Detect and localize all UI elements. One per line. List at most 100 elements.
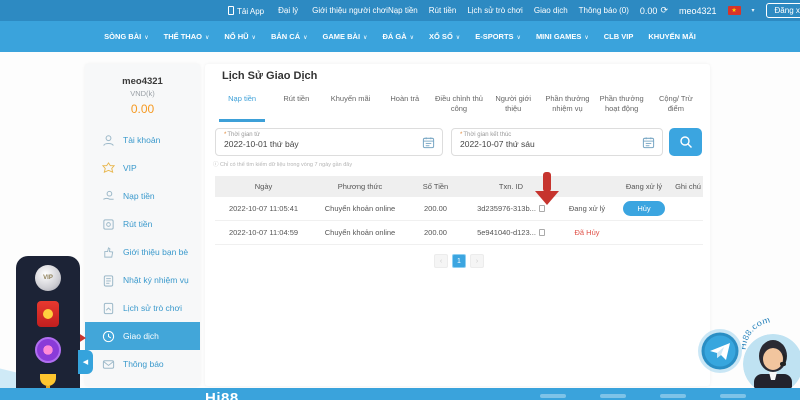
transaction-tabs: Nạp tiền Rút tiền Khuyến mãi Hoàn trả Đi…	[215, 90, 703, 122]
vietnam-flag-icon[interactable]: ★	[728, 6, 741, 15]
top-bar: Tải App Đại lý Giới thiệu người chơi Nạp…	[0, 0, 800, 21]
search-icon	[679, 135, 693, 149]
tab-hoan-tra[interactable]: Hoàn trả	[378, 90, 432, 122]
topbar-lich-su-tro-choi[interactable]: Lịch sử trò chơi	[467, 6, 523, 15]
widget-collapse-button[interactable]: ◀	[78, 350, 93, 374]
tab-nguoi-gioi-thieu[interactable]: Người giới thiệu	[486, 90, 540, 122]
sidebar-username: meo4321	[85, 76, 200, 87]
sidebar-item-rut-tien[interactable]: Rút tiền	[85, 210, 200, 238]
calendar-icon[interactable]	[422, 136, 435, 149]
nav-clb-vip[interactable]: CLB VIP	[604, 32, 634, 41]
phone-icon	[228, 6, 234, 15]
deposit-icon	[102, 190, 115, 203]
username: meo4321	[679, 6, 717, 16]
transactions-table: Ngày Phương thức Số Tiền Txn. ID Đang xử…	[215, 176, 703, 245]
tab-nap-tien[interactable]: Nạp tiền	[215, 90, 269, 122]
page-next-button[interactable]: ›	[470, 254, 484, 268]
page-prev-button[interactable]: ‹	[434, 254, 448, 268]
referral-icon	[102, 246, 115, 259]
pagination: ‹ 1 ›	[215, 254, 703, 268]
topbar-giao-dich[interactable]: Giao dịch	[534, 6, 568, 15]
nav-the-thao[interactable]: THỂ THAO∨	[164, 32, 210, 41]
sidebar-item-giao-dich[interactable]: Giao dịch	[85, 322, 200, 350]
calendar-icon[interactable]	[642, 136, 655, 149]
cell-txn-id: 3d235976-313b...	[477, 204, 536, 213]
sidebar-balance: 0.00	[85, 102, 200, 116]
col-ngay: Ngày	[215, 182, 312, 191]
topbar-gioi-thieu[interactable]: Giới thiệu người chơi	[312, 6, 388, 15]
topbar-nap-tien[interactable]: Nạp tiền	[388, 6, 418, 15]
page-1-button[interactable]: 1	[452, 254, 466, 268]
col-phuong-thuc: Phương thức	[312, 182, 408, 191]
red-envelope-icon[interactable]	[33, 300, 63, 329]
cancel-button[interactable]: Hủy	[623, 201, 664, 216]
vip-medal-icon[interactable]: VIP	[33, 264, 63, 293]
cell-date: 2022-10-07 11:04:59	[215, 228, 312, 237]
refresh-icon[interactable]: ⟳	[660, 5, 668, 16]
topbar-rut-tien[interactable]: Rút tiền	[429, 6, 457, 15]
balance-value: 0.00	[640, 6, 658, 16]
lucky-wheel-icon[interactable]	[33, 336, 63, 365]
chevron-down-icon: ∨	[584, 34, 588, 41]
tab-dieu-chinh-thu-cong[interactable]: Điều chỉnh thủ công	[432, 90, 486, 122]
clock-icon	[102, 330, 115, 343]
date-to-value: 2022-10-07 thứ sáu	[460, 139, 654, 149]
cell-status: Đang xử lý	[559, 204, 615, 213]
date-range-note: ⓘ Chỉ có thể tìm kiếm dữ liệu trong vòng…	[213, 160, 352, 168]
sidebar-item-nhat-ky-nhiem-vu[interactable]: Nhật ký nhiệm vụ	[85, 266, 200, 294]
nav-xo-so[interactable]: XỔ SỐ∨	[429, 32, 460, 41]
sidebar-item-lich-su-tro-choi[interactable]: Lịch sử trò chơi	[85, 294, 200, 322]
cell-status: Đã Hủy	[559, 228, 615, 237]
col-dang-xu-ly: Đang xử lý	[615, 182, 673, 191]
nav-game-bai[interactable]: GAME BÀI∨	[323, 32, 368, 41]
search-button[interactable]	[669, 128, 702, 156]
date-from-value: 2022-10-01 thứ bảy	[224, 139, 434, 149]
logout-button[interactable]: Đăng xuất	[766, 3, 800, 18]
game-history-icon	[102, 302, 115, 315]
date-to-input[interactable]: *Thời gian kết thúc 2022-10-07 thứ sáu	[451, 128, 663, 156]
copy-icon[interactable]	[539, 205, 545, 212]
footer-link	[720, 394, 746, 398]
language-caret-icon[interactable]: ▾	[752, 7, 755, 14]
topbar-dai-ly[interactable]: Đại lý	[278, 6, 298, 15]
promo-float-widget: VIP	[16, 256, 80, 400]
sidebar-item-tai-khoan[interactable]: Tài khoản	[85, 126, 200, 154]
tab-rut-tien[interactable]: Rút tiền	[269, 90, 323, 122]
mail-icon	[102, 358, 115, 371]
nav-ban-ca[interactable]: BẮN CÁ∨	[271, 32, 308, 41]
chevron-down-icon: ∨	[205, 34, 209, 41]
footer-link	[600, 394, 626, 398]
date-from-input[interactable]: *Thời gian từ 2022-10-01 thứ bảy	[215, 128, 443, 156]
cell-method: Chuyển khoản online	[312, 204, 408, 213]
tab-cong-tru-diem[interactable]: Cộng/ Trừ điểm	[649, 90, 703, 122]
cell-txn-id: 5e941040-d123...	[477, 228, 536, 237]
footer-link	[540, 394, 566, 398]
tab-phan-thuong-hoat-dong[interactable]: Phần thưởng hoạt động	[595, 90, 649, 122]
main-nav: SÒNG BÀI∨ THỂ THAO∨ NỔ HŨ∨ BẮN CÁ∨ GAME …	[0, 21, 800, 52]
sidebar-item-gioi-thieu-ban-be[interactable]: Giới thiệu bạn bè	[85, 238, 200, 266]
tab-khuyen-mai[interactable]: Khuyến mãi	[323, 90, 377, 122]
nav-khuyen-mai[interactable]: KHUYẾN MÃI	[648, 32, 696, 41]
footer-brand: Hi88	[205, 390, 239, 400]
task-log-icon	[102, 274, 115, 287]
topbar-tai-app[interactable]: Tải App	[228, 6, 264, 16]
table-row: 2022-10-07 11:05:41 Chuyển khoản online …	[215, 197, 703, 221]
sidebar-item-vip[interactable]: VIP	[85, 154, 200, 182]
table-header-row: Ngày Phương thức Số Tiền Txn. ID Đang xử…	[215, 176, 703, 197]
nav-no-hu[interactable]: NỔ HŨ∨	[224, 32, 256, 41]
chevron-down-icon: ∨	[303, 34, 307, 41]
telegram-icon[interactable]	[697, 328, 743, 374]
nav-song-bai[interactable]: SÒNG BÀI∨	[104, 32, 149, 41]
cell-amount: 200.00	[408, 228, 463, 237]
nav-da-ga[interactable]: ĐÁ GÀ∨	[382, 32, 414, 41]
sidebar-item-thong-bao[interactable]: Thông báo	[85, 350, 200, 378]
support-agent-avatar[interactable]: Hi88.com	[742, 306, 800, 396]
chevron-down-icon: ∨	[517, 34, 521, 41]
topbar-thong-bao[interactable]: Thông báo (0)	[579, 6, 629, 15]
sidebar-item-nap-tien[interactable]: Nạp tiền	[85, 182, 200, 210]
tab-phan-thuong-nhiem-vu[interactable]: Phần thưởng nhiệm vụ	[540, 90, 594, 122]
nav-esports[interactable]: E-SPORTS∨	[475, 32, 521, 41]
account-sidebar: meo4321 VND(k) 0.00 Tài khoản VIP Nạp ti…	[85, 64, 200, 386]
copy-icon[interactable]	[539, 229, 545, 236]
nav-mini-games[interactable]: MINI GAMES∨	[536, 32, 589, 41]
